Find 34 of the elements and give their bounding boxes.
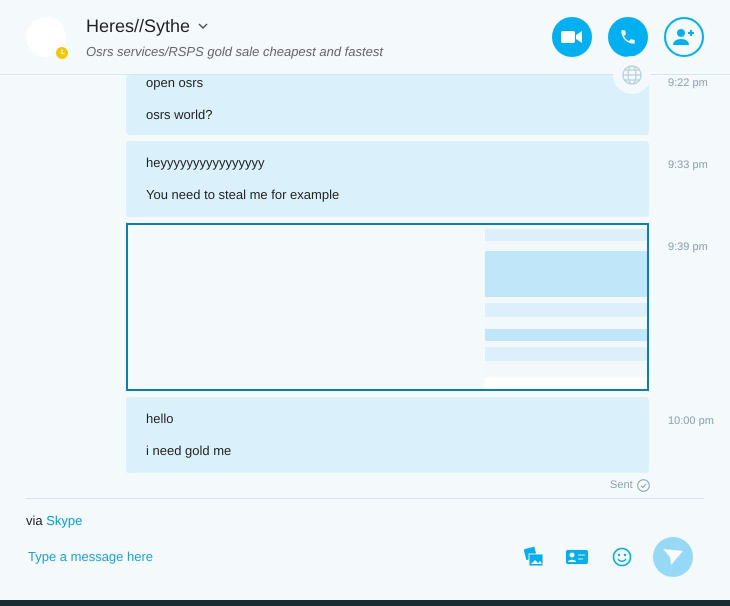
message-text: open osrs: [146, 75, 204, 91]
message-bubble[interactable]: hello i need gold me: [126, 397, 649, 473]
message-time: 9:22 pm: [668, 76, 708, 91]
contact-card-icon[interactable]: [566, 550, 588, 564]
message-input[interactable]: Type a message here: [28, 546, 524, 566]
via-label: via Skype: [26, 512, 84, 530]
message-text: heyyyyyyyyyyyyyyyy: [146, 155, 266, 171]
video-call-button[interactable]: [552, 17, 592, 57]
emoji-icon[interactable]: [612, 546, 632, 566]
image-icon[interactable]: [524, 546, 544, 568]
checkmark-circle-icon: [636, 478, 650, 492]
message-text: i need gold me: [146, 443, 232, 459]
sent-status: Sent: [610, 478, 633, 493]
message-text: hello: [146, 411, 174, 427]
message-text: You need to steal me for example: [146, 187, 340, 203]
mood-message: Osrs services/RSPS gold sale cheapest and fastest: [86, 42, 384, 61]
avatar[interactable]: [26, 17, 66, 57]
video-camera-icon: [561, 30, 583, 44]
add-person-button[interactable]: [664, 17, 704, 57]
message-time: 10:00 pm: [668, 414, 714, 429]
image-attachment[interactable]: [126, 223, 649, 391]
add-person-icon: [673, 28, 695, 46]
message-time: 9:39 pm: [668, 240, 708, 255]
send-icon: [663, 548, 683, 564]
chevron-down-icon[interactable]: [198, 23, 208, 30]
message-time: 9:33 pm: [668, 158, 708, 173]
message-bubble[interactable]: heyyyyyyyyyyyyyyyy You need to steal me for example: [126, 141, 649, 217]
message-bubble[interactable]: open osrs osrs world?: [126, 75, 649, 135]
contact-name[interactable]: Heres//Sythe: [86, 12, 190, 40]
phone-call-button[interactable]: [608, 17, 648, 57]
globe-icon[interactable]: [622, 65, 642, 85]
message-text: osrs world?: [146, 107, 214, 123]
send-button[interactable]: [653, 536, 693, 576]
phone-icon: [619, 28, 637, 46]
